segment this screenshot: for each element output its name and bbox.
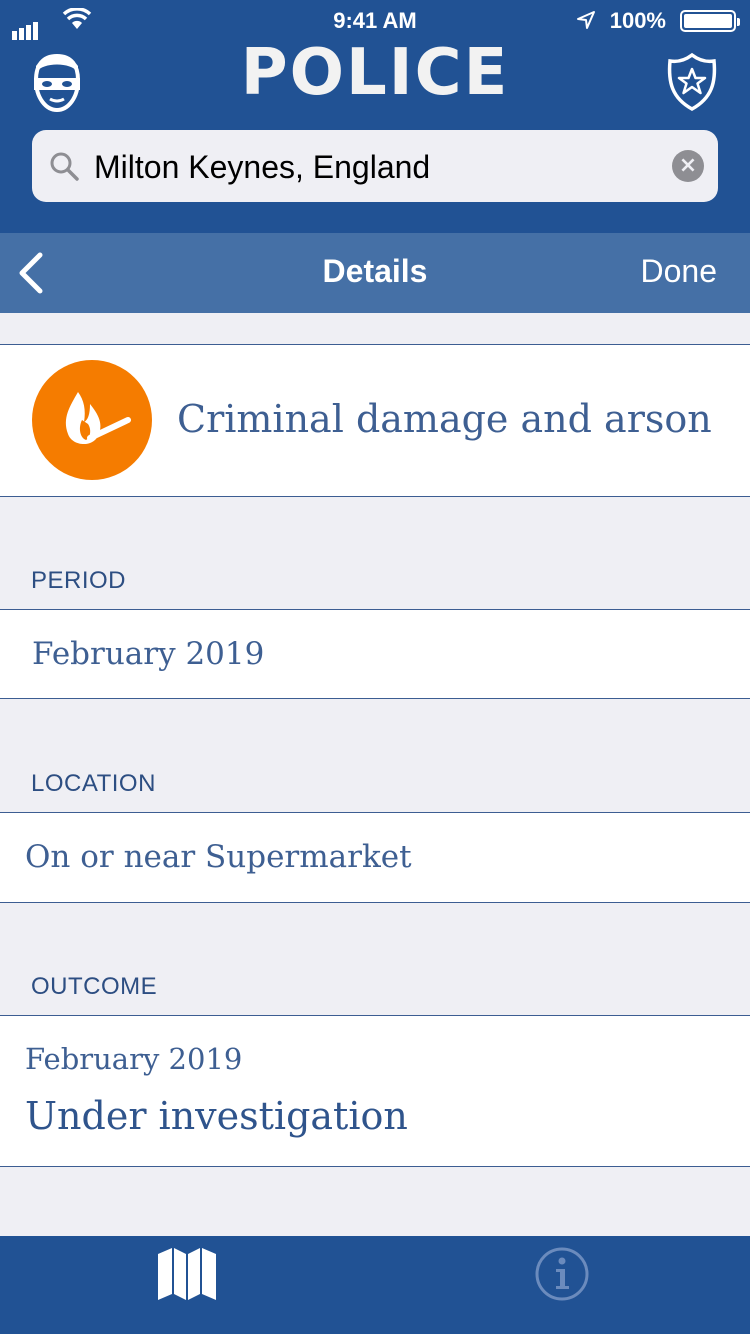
period-value: February 2019 xyxy=(32,636,265,672)
location-section-label: LOCATION xyxy=(31,770,156,797)
battery-icon xyxy=(680,10,740,32)
crime-category-title: Criminal damage and arson xyxy=(177,397,712,441)
clear-icon[interactable]: × xyxy=(672,150,704,182)
outcome-status: Under investigation xyxy=(25,1094,408,1138)
status-bar: 9:41 AM 100% xyxy=(0,0,750,40)
police-badge-icon[interactable] xyxy=(666,52,718,116)
burning-match-icon xyxy=(32,360,152,480)
tab-bar xyxy=(0,1236,750,1334)
map-icon[interactable] xyxy=(156,1246,218,1306)
navigation-bar: Details Done xyxy=(0,233,750,313)
search-icon xyxy=(48,150,80,186)
location-value: On or near Supermarket xyxy=(25,839,412,875)
crime-category-cell: Criminal damage and arson xyxy=(0,344,750,497)
app-brand-title: POLICE xyxy=(240,36,510,110)
outcome-section-label: OUTCOME xyxy=(31,973,158,1000)
done-button[interactable]: Done xyxy=(641,253,718,290)
battery-percent: 100% xyxy=(609,8,666,33)
page-title: Details xyxy=(322,253,428,289)
app-header: 9:41 AM 100% POLICE Milton Keynes, Engla… xyxy=(0,0,750,233)
period-section-label: PERIOD xyxy=(31,567,127,594)
outcome-cell: February 2019 Under investigation xyxy=(0,1015,750,1167)
location-arrow-icon xyxy=(576,10,596,36)
info-icon[interactable] xyxy=(534,1246,590,1306)
search-bar[interactable]: × xyxy=(32,130,718,204)
period-cell: February 2019 xyxy=(0,609,750,699)
location-cell: On or near Supermarket xyxy=(0,812,750,903)
search-input[interactable] xyxy=(92,130,656,204)
outcome-date: February 2019 xyxy=(25,1042,243,1076)
